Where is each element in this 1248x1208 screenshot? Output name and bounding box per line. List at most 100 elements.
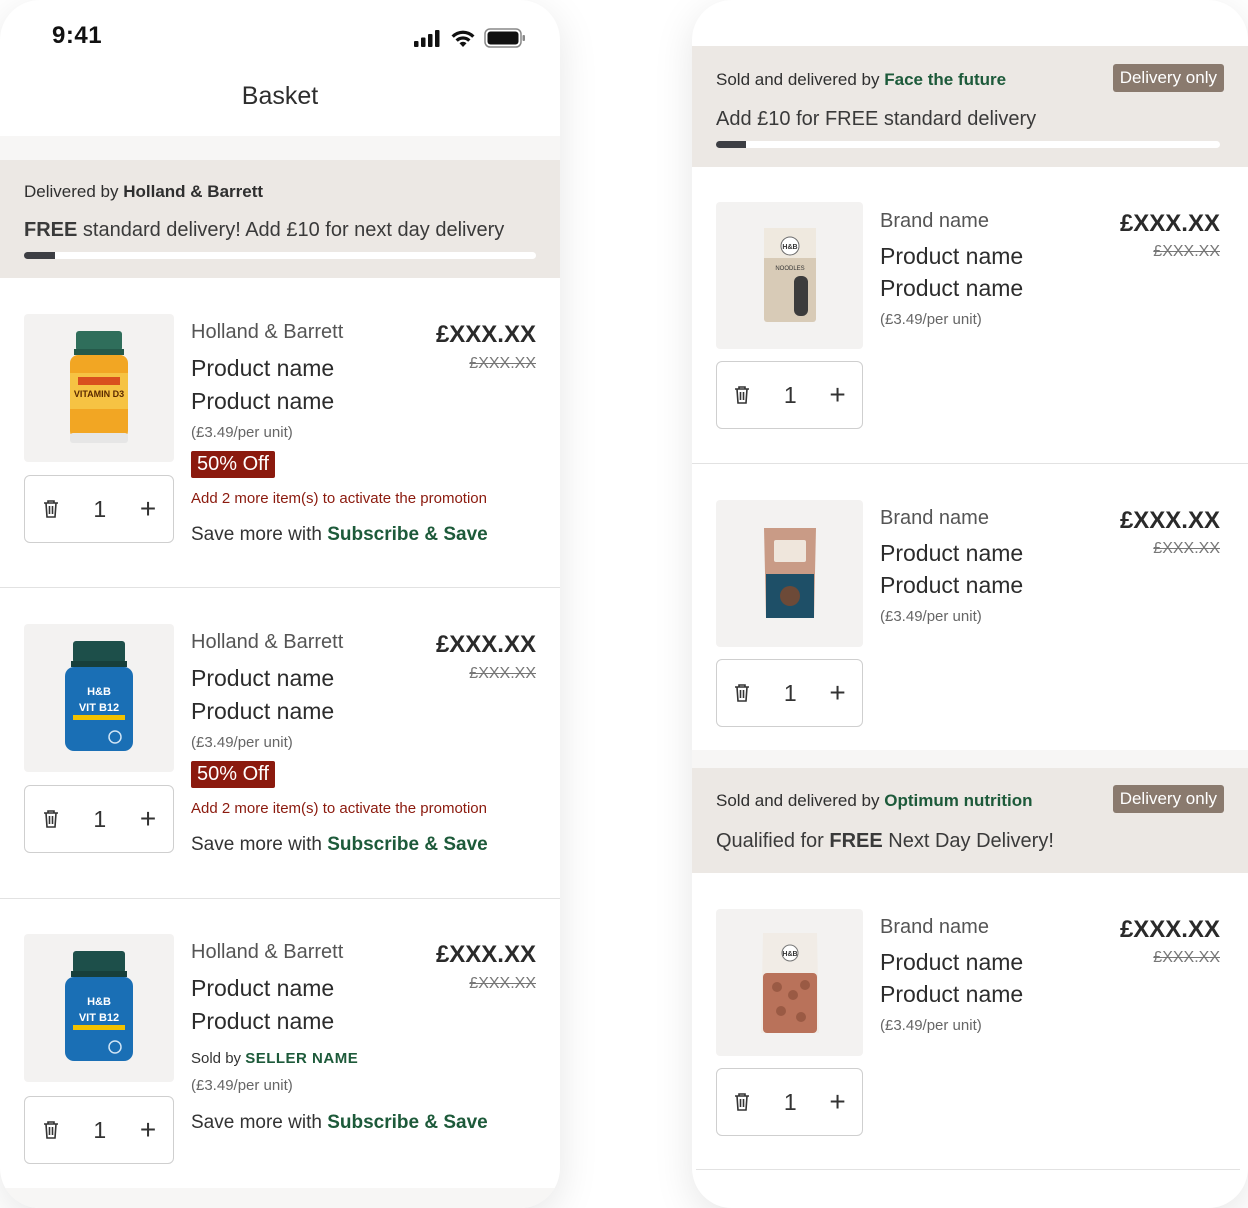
unit-price: (£3.49/per unit) (880, 608, 982, 625)
product-image-vitamin-d3[interactable]: VITAMIN D3 (24, 314, 174, 462)
product-name[interactable]: Product name (880, 537, 1023, 570)
quantity-stepper[interactable]: 1 + (716, 1068, 863, 1136)
quantity-value: 1 (93, 495, 107, 522)
delivery-seller-line: Sold and delivered by Optimum nutrition (716, 791, 1033, 811)
quantity-value: 1 (93, 805, 107, 832)
product-name-line2[interactable]: Product name (880, 569, 1023, 602)
brand-name: Brand name (880, 210, 989, 232)
unit-price: (£3.49/per unit) (191, 424, 293, 441)
subscribe-save-link[interactable]: Subscribe & Save (327, 524, 488, 545)
product-image-vit-b12[interactable]: H&B VIT B12 (24, 624, 174, 772)
product-name[interactable]: Product name (191, 662, 334, 695)
delivery-seller-name: Holland & Barrett (123, 182, 264, 201)
subscribe-save-prefix: Save more with (191, 834, 322, 855)
unit-price: (£3.49/per unit) (880, 311, 982, 328)
trash-icon[interactable] (42, 809, 60, 829)
price: £XXX.XX (1119, 916, 1220, 943)
status-icons (414, 28, 526, 48)
quantity-stepper[interactable]: 1 + (24, 475, 174, 543)
snack-pouch-icon (763, 527, 816, 618)
basket-item: H&B NOODLES 1 + Brand name Product name … (692, 167, 1248, 464)
subscribe-save-link[interactable]: Subscribe & Save (327, 1112, 488, 1133)
was-price: £XXX.XX (1153, 243, 1220, 260)
delivered-by-label: Delivered by (24, 182, 119, 201)
delivery-progress-fill (716, 141, 747, 148)
basket-item: VITAMIN D3 1 + Holland & Barrett Product… (0, 278, 560, 588)
delivery-seller-line: Sold and delivered by Face the future (716, 70, 1006, 90)
plus-icon[interactable]: + (140, 803, 156, 835)
was-price: £XXX.XX (1153, 540, 1220, 557)
vit-b12-jar-icon: H&B VIT B12 (65, 641, 133, 751)
subscribe-save-line: Save more with Subscribe & Save (191, 834, 488, 856)
brand-name: Brand name (880, 916, 989, 938)
delivery-seller-line: Delivered by Holland & Barrett (24, 182, 263, 202)
brand-name: Holland & Barrett (191, 941, 344, 963)
product-name-line2[interactable]: Product name (880, 978, 1023, 1011)
promotion-message[interactable]: Add 2 more item(s) to activate the promo… (191, 800, 487, 817)
section-gap (0, 136, 560, 160)
noodles-pack-icon: H&B NOODLES (763, 227, 816, 322)
plus-icon[interactable]: + (140, 493, 156, 525)
trash-icon[interactable] (733, 683, 751, 703)
sold-delivered-by-label: Sold and delivered by (716, 791, 880, 810)
svg-text:H&B: H&B (782, 244, 797, 251)
item-divider (696, 1169, 1240, 1170)
delivery-banner-holland-barrett: Delivered by Holland & Barrett FREE stan… (0, 160, 560, 278)
svg-text:VITAMIN D3: VITAMIN D3 (74, 389, 124, 399)
product-name-line2[interactable]: Product name (191, 1005, 334, 1038)
delivery-message-rest: standard delivery! Add £10 for next day … (77, 219, 505, 241)
product-name[interactable]: Product name (880, 946, 1023, 979)
trash-icon[interactable] (42, 1120, 60, 1140)
quantity-stepper[interactable]: 1 + (24, 785, 174, 853)
delivery-seller-link[interactable]: Optimum nutrition (884, 791, 1032, 810)
bottom-gap (0, 1188, 560, 1208)
promotion-message[interactable]: Add 2 more item(s) to activate the promo… (191, 490, 487, 507)
quantity-stepper[interactable]: 1 + (716, 659, 863, 727)
svg-text:H&B: H&B (87, 996, 111, 1008)
product-image-noodles[interactable]: H&B NOODLES (716, 202, 863, 349)
plus-icon[interactable]: + (140, 1114, 156, 1146)
plus-icon[interactable]: + (829, 1086, 845, 1118)
product-name-line2[interactable]: Product name (880, 272, 1023, 305)
quantity-stepper[interactable]: 1 + (716, 361, 863, 429)
quantity-value: 1 (783, 679, 797, 706)
product-name-line2[interactable]: Product name (191, 695, 334, 728)
basket-item: H&B 1 + Brand name Product name Product … (692, 873, 1248, 1173)
seller-name-link[interactable]: SELLER NAME (245, 1050, 358, 1067)
product-name[interactable]: Product name (191, 972, 334, 1005)
trash-icon[interactable] (42, 499, 60, 519)
delivery-seller-link[interactable]: Face the future (884, 70, 1006, 89)
quantity-value: 1 (93, 1116, 107, 1143)
discount-badge: 50% Off (191, 761, 275, 788)
svg-text:NOODLES: NOODLES (775, 266, 804, 272)
product-image-almond-bag[interactable]: H&B (716, 909, 863, 1056)
product-name-line2[interactable]: Product name (191, 385, 334, 418)
delivery-banner-optimum-nutrition: Sold and delivered by Optimum nutrition … (692, 768, 1248, 873)
product-name[interactable]: Product name (880, 240, 1023, 273)
basket-screen-right: Sold and delivered by Face the future De… (692, 0, 1248, 1208)
status-time: 9:41 (52, 22, 103, 49)
delivery-message-prefix: Qualified for (716, 830, 830, 852)
price: £XXX.XX (435, 321, 536, 348)
product-image-vit-b12[interactable]: H&B VIT B12 (24, 934, 174, 1082)
status-bar: 9:41 (0, 0, 560, 76)
plus-icon[interactable]: + (829, 677, 845, 709)
delivery-progress-bar (24, 252, 536, 259)
product-image-snack-pouch[interactable] (716, 500, 863, 647)
trash-icon[interactable] (733, 1092, 751, 1112)
page-title: Basket (241, 82, 319, 110)
delivery-only-pill: Delivery only (1112, 64, 1224, 92)
plus-icon[interactable]: + (829, 379, 845, 411)
section-gap (692, 750, 1248, 768)
unit-price: (£3.49/per unit) (191, 1077, 293, 1094)
basket-item: 1 + Brand name Product name Product name… (692, 464, 1248, 750)
subscribe-save-link[interactable]: Subscribe & Save (327, 834, 488, 855)
price: £XXX.XX (1119, 507, 1220, 534)
trash-icon[interactable] (733, 385, 751, 405)
product-name[interactable]: Product name (191, 352, 334, 385)
quantity-stepper[interactable]: 1 + (24, 1096, 174, 1164)
battery-icon (484, 28, 525, 48)
vit-b12-jar-icon: H&B VIT B12 (65, 951, 133, 1061)
basket-screen-left: 9:41 Basket Delivered by Holland & Barre… (0, 0, 560, 1208)
quantity-value: 1 (783, 381, 797, 408)
